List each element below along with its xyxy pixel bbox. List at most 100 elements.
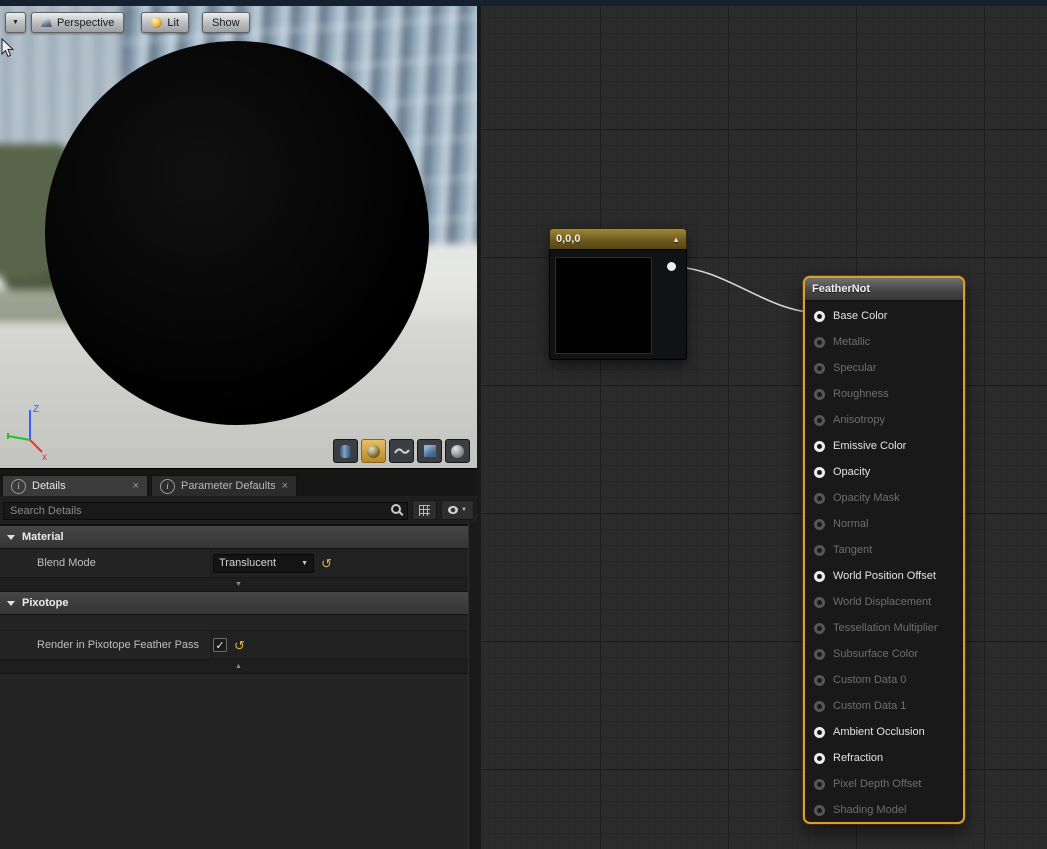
input-pin-icon[interactable] — [814, 805, 825, 816]
preview-shape-sphere-button[interactable] — [361, 439, 386, 463]
material-input-row: Anisotropy — [814, 407, 963, 433]
section-pixotope-title: Pixotope — [22, 597, 68, 609]
tab-details[interactable]: i Details × — [2, 475, 148, 496]
material-input-row: Specular — [814, 355, 963, 381]
input-pin-label: Tessellation Multiplier — [833, 622, 938, 634]
input-pin-label: World Displacement — [833, 596, 931, 608]
input-pin-icon[interactable] — [814, 337, 825, 348]
details-panel: i Details × i Parameter Defaults × ▼ — [0, 468, 477, 849]
input-pin-icon[interactable] — [814, 519, 825, 530]
section-header-pixotope[interactable]: Pixotope — [0, 592, 477, 615]
input-pin-icon[interactable] — [814, 675, 825, 686]
viewport-options-dropdown[interactable]: ▼ — [5, 12, 26, 33]
material-advanced-expander[interactable]: ▼ — [0, 578, 477, 592]
input-pin-icon[interactable] — [814, 623, 825, 634]
search-details-input[interactable] — [3, 502, 408, 520]
input-pin-icon[interactable] — [814, 311, 825, 322]
material-input-row: Roughness — [814, 381, 963, 407]
material-input-row: Subsurface Color — [814, 641, 963, 667]
material-input-row: Opacity Mask — [814, 485, 963, 511]
input-pin-icon[interactable] — [814, 597, 825, 608]
lit-icon — [151, 17, 162, 28]
preview-shape-plane-button[interactable] — [389, 439, 414, 463]
input-pin-icon[interactable] — [814, 649, 825, 660]
scrollbar-track[interactable] — [468, 522, 477, 849]
left-pane: ▼ Perspective Lit Show Z x — [0, 6, 477, 849]
input-pin-icon[interactable] — [814, 363, 825, 374]
input-pin-label: Base Color — [833, 310, 887, 322]
collapse-node-icon[interactable]: ▲ — [672, 235, 680, 244]
preview-shape-cylinder-button[interactable] — [333, 439, 358, 463]
input-pin-label: Shading Model — [833, 804, 906, 816]
input-pin-label: Anisotropy — [833, 414, 885, 426]
close-tab-icon[interactable]: × — [133, 480, 139, 492]
section-header-material[interactable]: Material — [0, 526, 477, 549]
plane-icon — [394, 446, 410, 456]
details-tabbar: i Details × i Parameter Defaults × — [0, 469, 477, 496]
tab-parameter-defaults[interactable]: i Parameter Defaults × — [151, 475, 297, 496]
blend-mode-label: Blend Mode — [0, 549, 211, 577]
material-input-row: Shading Model — [814, 797, 963, 823]
input-pin-icon[interactable] — [814, 727, 825, 738]
lit-button[interactable]: Lit — [141, 12, 189, 33]
chevron-down-icon: ▼ — [12, 19, 19, 26]
output-pin[interactable] — [667, 262, 676, 271]
feather-pass-row: Render in Pixotope Feather Pass ✓ ↺ — [0, 631, 477, 660]
tab-details-label: Details — [32, 480, 66, 492]
input-pin-icon[interactable] — [814, 415, 825, 426]
property-matrix-button[interactable] — [412, 500, 437, 520]
material-input-row: Tangent — [814, 537, 963, 563]
input-pin-icon[interactable] — [814, 701, 825, 712]
feather-pass-checkbox[interactable]: ✓ — [213, 638, 227, 652]
chevron-down-icon: ▼ — [301, 560, 308, 567]
expanded-arrow-icon — [7, 535, 15, 540]
close-tab-icon[interactable]: × — [282, 480, 288, 492]
input-pin-label: Tangent — [833, 544, 872, 556]
details-search-row: ▼ — [0, 496, 477, 526]
material-result-node[interactable]: FeatherNot Base ColorMetallicSpecularRou… — [803, 276, 965, 824]
view-options-button[interactable]: ▼ — [441, 500, 474, 520]
input-pin-icon[interactable] — [814, 753, 825, 764]
axis-z-label: Z — [33, 404, 39, 415]
result-node-title: FeatherNot — [805, 278, 963, 301]
constant-color-node[interactable]: 0,0,0 ▲ — [549, 228, 687, 360]
preview-shape-cube-button[interactable] — [417, 439, 442, 463]
reset-to-default-icon[interactable]: ↺ — [234, 639, 245, 652]
input-pin-label: Specular — [833, 362, 876, 374]
input-pin-label: Emissive Color — [833, 440, 906, 452]
constant-node-title: 0,0,0 — [556, 233, 580, 245]
input-pin-icon[interactable] — [814, 467, 825, 478]
blend-mode-dropdown[interactable]: Translucent ▼ — [213, 554, 314, 573]
material-input-row: Tessellation Multiplier — [814, 615, 963, 641]
perspective-button[interactable]: Perspective — [31, 12, 124, 33]
check-icon: ✓ — [215, 639, 224, 652]
chevron-down-icon: ▼ — [461, 507, 467, 513]
show-button[interactable]: Show — [202, 12, 250, 33]
perspective-label: Perspective — [57, 17, 114, 29]
input-pin-label: Subsurface Color — [833, 648, 918, 660]
color-preview-swatch — [555, 257, 652, 354]
input-pin-label: Normal — [833, 518, 868, 530]
material-input-row: Custom Data 1 — [814, 693, 963, 719]
window-top-strip — [0, 0, 1047, 6]
pixotope-collapse-expander[interactable]: ▲ — [0, 660, 477, 674]
material-preview-viewport[interactable]: ▼ Perspective Lit Show Z x — [0, 6, 477, 468]
mouse-cursor — [1, 38, 15, 58]
show-label: Show — [212, 17, 240, 29]
input-pin-icon[interactable] — [814, 493, 825, 504]
input-pin-label: Pixel Depth Offset — [833, 778, 921, 790]
details-empty-area — [0, 674, 477, 849]
mesh-icon — [451, 445, 464, 458]
input-pin-icon[interactable] — [814, 545, 825, 556]
reset-to-default-icon[interactable]: ↺ — [321, 557, 332, 570]
sphere-icon — [367, 445, 380, 458]
expanded-arrow-icon — [7, 601, 15, 606]
input-pin-icon[interactable] — [814, 571, 825, 582]
input-pin-icon[interactable] — [814, 389, 825, 400]
material-input-row: Refraction — [814, 745, 963, 771]
input-pin-icon[interactable] — [814, 779, 825, 790]
feather-pass-label: Render in Pixotope Feather Pass — [0, 631, 211, 659]
preview-shape-mesh-button[interactable] — [445, 439, 470, 463]
input-pin-icon[interactable] — [814, 441, 825, 452]
material-graph-canvas[interactable]: 0,0,0 ▲ FeatherNot Base ColorMetallicSpe… — [481, 6, 1047, 849]
